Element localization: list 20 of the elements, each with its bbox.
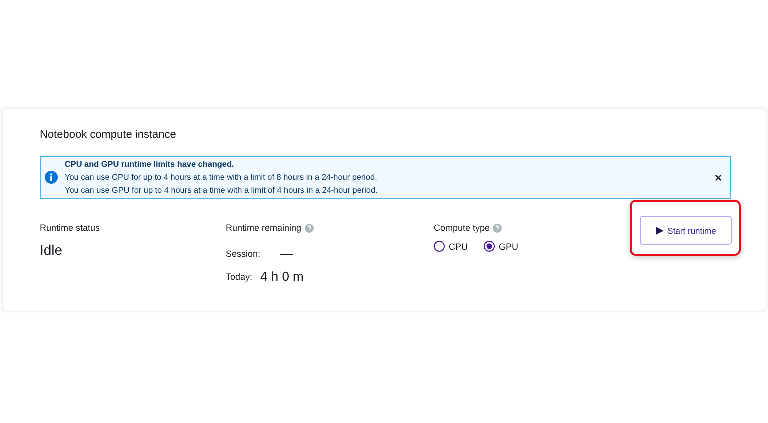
status-label: Runtime status (40, 223, 102, 233)
radio-icon[interactable] (484, 241, 496, 252)
radio-option[interactable]: GPU (484, 241, 519, 252)
remaining-label: Runtime remaining (226, 223, 302, 233)
session-value: — (280, 246, 294, 261)
alert-text: You can use GPU for up to 4 hours at a time with a limit of 4 hours in a 24-hour period. (65, 186, 379, 195)
info-icon (45, 171, 58, 184)
radio-icon[interactable] (434, 241, 445, 252)
status-value: Idle (40, 242, 64, 258)
start-runtime-button[interactable]: Start runtime (640, 216, 732, 245)
session-label: Session: (226, 248, 261, 258)
section-title: Notebook compute instance (40, 129, 178, 141)
radio-option[interactable]: CPU (434, 241, 468, 252)
alert-heading: CPU and GPU runtime limits have changed. (65, 160, 236, 169)
close-button[interactable]: × (714, 170, 722, 184)
compute-type-label: Compute type (434, 223, 490, 233)
today-label: Today: (226, 272, 253, 282)
play-icon (656, 226, 664, 234)
alert-text: You can use CPU for up to 4 hours at a time with a limit of 8 hours in a 24-hour period. (65, 173, 378, 182)
today-value: 4 h 0 m (260, 269, 304, 284)
